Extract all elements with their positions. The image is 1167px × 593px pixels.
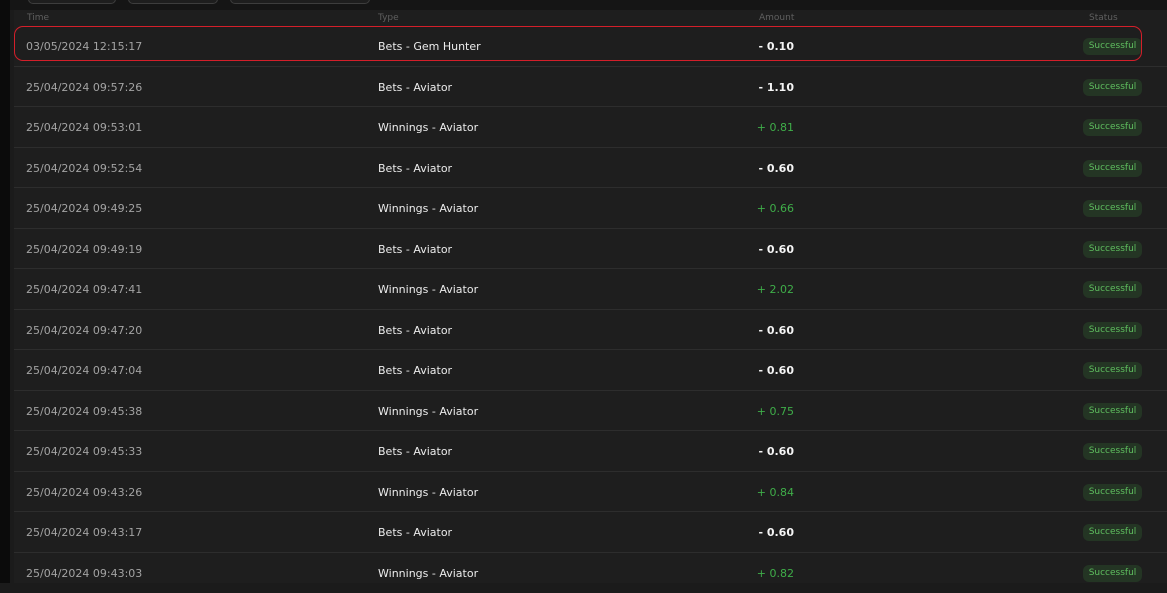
status-badge: Successful (1083, 200, 1142, 217)
time-cell: 25/04/2024 09:43:26 (26, 485, 142, 500)
amount-cell: + 2.02 (684, 282, 794, 297)
amount-cell: + 0.82 (684, 566, 794, 581)
time-cell: 25/04/2024 09:49:19 (26, 242, 142, 257)
table-row[interactable]: 25/04/2024 09:43:26 Winnings - Aviator +… (14, 472, 1167, 513)
amount-cell: - 0.60 (684, 525, 794, 540)
type-cell: Bets - Aviator (378, 363, 452, 378)
time-cell: 25/04/2024 09:47:41 (26, 282, 142, 297)
status-badge: Successful (1083, 362, 1142, 379)
table-row[interactable]: 25/04/2024 09:49:19 Bets - Aviator - 0.6… (14, 229, 1167, 270)
status-badge: Successful (1083, 281, 1142, 298)
amount-cell: + 0.81 (684, 120, 794, 135)
header-time: Time (27, 12, 49, 24)
header-type: Type (378, 12, 399, 24)
header-status: Status (1089, 12, 1118, 24)
time-cell: 25/04/2024 09:47:04 (26, 363, 142, 378)
amount-cell: + 0.66 (684, 201, 794, 216)
filter-chip-1[interactable] (28, 0, 116, 4)
type-cell: Bets - Aviator (378, 161, 452, 176)
table-row[interactable]: 25/04/2024 09:53:01 Winnings - Aviator +… (14, 107, 1167, 148)
filter-chip-2[interactable] (128, 0, 218, 4)
status-badge: Successful (1083, 38, 1142, 55)
table-row[interactable]: 25/04/2024 09:43:03 Winnings - Aviator +… (14, 553, 1167, 593)
amount-cell: - 0.60 (684, 444, 794, 459)
type-cell: Winnings - Aviator (378, 566, 478, 581)
table-row[interactable]: 25/04/2024 09:49:25 Winnings - Aviator +… (14, 188, 1167, 229)
type-cell: Bets - Aviator (378, 444, 452, 459)
table-row[interactable]: 25/04/2024 09:52:54 Bets - Aviator - 0.6… (14, 148, 1167, 189)
amount-cell: - 1.10 (684, 80, 794, 95)
time-cell: 25/04/2024 09:52:54 (26, 161, 142, 176)
type-cell: Bets - Aviator (378, 323, 452, 338)
header-amount: Amount (759, 12, 794, 24)
type-cell: Bets - Aviator (378, 242, 452, 257)
filter-chip-3[interactable] (230, 0, 370, 4)
amount-cell: + 0.84 (684, 485, 794, 500)
amount-cell: - 0.60 (684, 323, 794, 338)
time-cell: 25/04/2024 09:47:20 (26, 323, 142, 338)
time-cell: 03/05/2024 12:15:17 (26, 39, 142, 54)
status-badge: Successful (1083, 160, 1142, 177)
status-badge: Successful (1083, 119, 1142, 136)
type-cell: Bets - Aviator (378, 525, 452, 540)
time-cell: 25/04/2024 09:43:03 (26, 566, 142, 581)
status-badge: Successful (1083, 322, 1142, 339)
status-badge: Successful (1083, 241, 1142, 258)
time-cell: 25/04/2024 09:45:33 (26, 444, 142, 459)
time-cell: 25/04/2024 09:57:26 (26, 80, 142, 95)
time-cell: 25/04/2024 09:45:38 (26, 404, 142, 419)
amount-cell: - 0.60 (684, 161, 794, 176)
status-badge: Successful (1083, 484, 1142, 501)
amount-cell: + 0.75 (684, 404, 794, 419)
time-cell: 25/04/2024 09:53:01 (26, 120, 142, 135)
status-badge: Successful (1083, 565, 1142, 582)
table-row[interactable]: 25/04/2024 09:45:33 Bets - Aviator - 0.6… (14, 431, 1167, 472)
left-edge (0, 0, 10, 583)
transaction-list: 03/05/2024 12:15:17 Bets - Gem Hunter - … (14, 26, 1167, 593)
amount-cell: - 0.60 (684, 242, 794, 257)
time-cell: 25/04/2024 09:43:17 (26, 525, 142, 540)
type-cell: Winnings - Aviator (378, 404, 478, 419)
filter-bar (10, 0, 1167, 10)
amount-cell: - 0.60 (684, 363, 794, 378)
time-cell: 25/04/2024 09:49:25 (26, 201, 142, 216)
type-cell: Winnings - Aviator (378, 120, 478, 135)
table-row[interactable]: 25/04/2024 09:47:20 Bets - Aviator - 0.6… (14, 310, 1167, 351)
type-cell: Bets - Gem Hunter (378, 39, 481, 54)
table-row[interactable]: 03/05/2024 12:15:17 Bets - Gem Hunter - … (14, 26, 1167, 67)
amount-cell: - 0.10 (684, 39, 794, 54)
status-badge: Successful (1083, 524, 1142, 541)
transactions-panel: Time Type Amount Status 03/05/2024 12:15… (14, 10, 1167, 583)
type-cell: Winnings - Aviator (378, 201, 478, 216)
status-badge: Successful (1083, 403, 1142, 420)
table-header: Time Type Amount Status (14, 10, 1167, 26)
status-badge: Successful (1083, 443, 1142, 460)
status-badge: Successful (1083, 79, 1142, 96)
table-row[interactable]: 25/04/2024 09:47:04 Bets - Aviator - 0.6… (14, 350, 1167, 391)
type-cell: Bets - Aviator (378, 80, 452, 95)
table-row[interactable]: 25/04/2024 09:47:41 Winnings - Aviator +… (14, 269, 1167, 310)
table-row[interactable]: 25/04/2024 09:57:26 Bets - Aviator - 1.1… (14, 67, 1167, 108)
table-row[interactable]: 25/04/2024 09:43:17 Bets - Aviator - 0.6… (14, 512, 1167, 553)
type-cell: Winnings - Aviator (378, 485, 478, 500)
type-cell: Winnings - Aviator (378, 282, 478, 297)
table-row[interactable]: 25/04/2024 09:45:38 Winnings - Aviator +… (14, 391, 1167, 432)
